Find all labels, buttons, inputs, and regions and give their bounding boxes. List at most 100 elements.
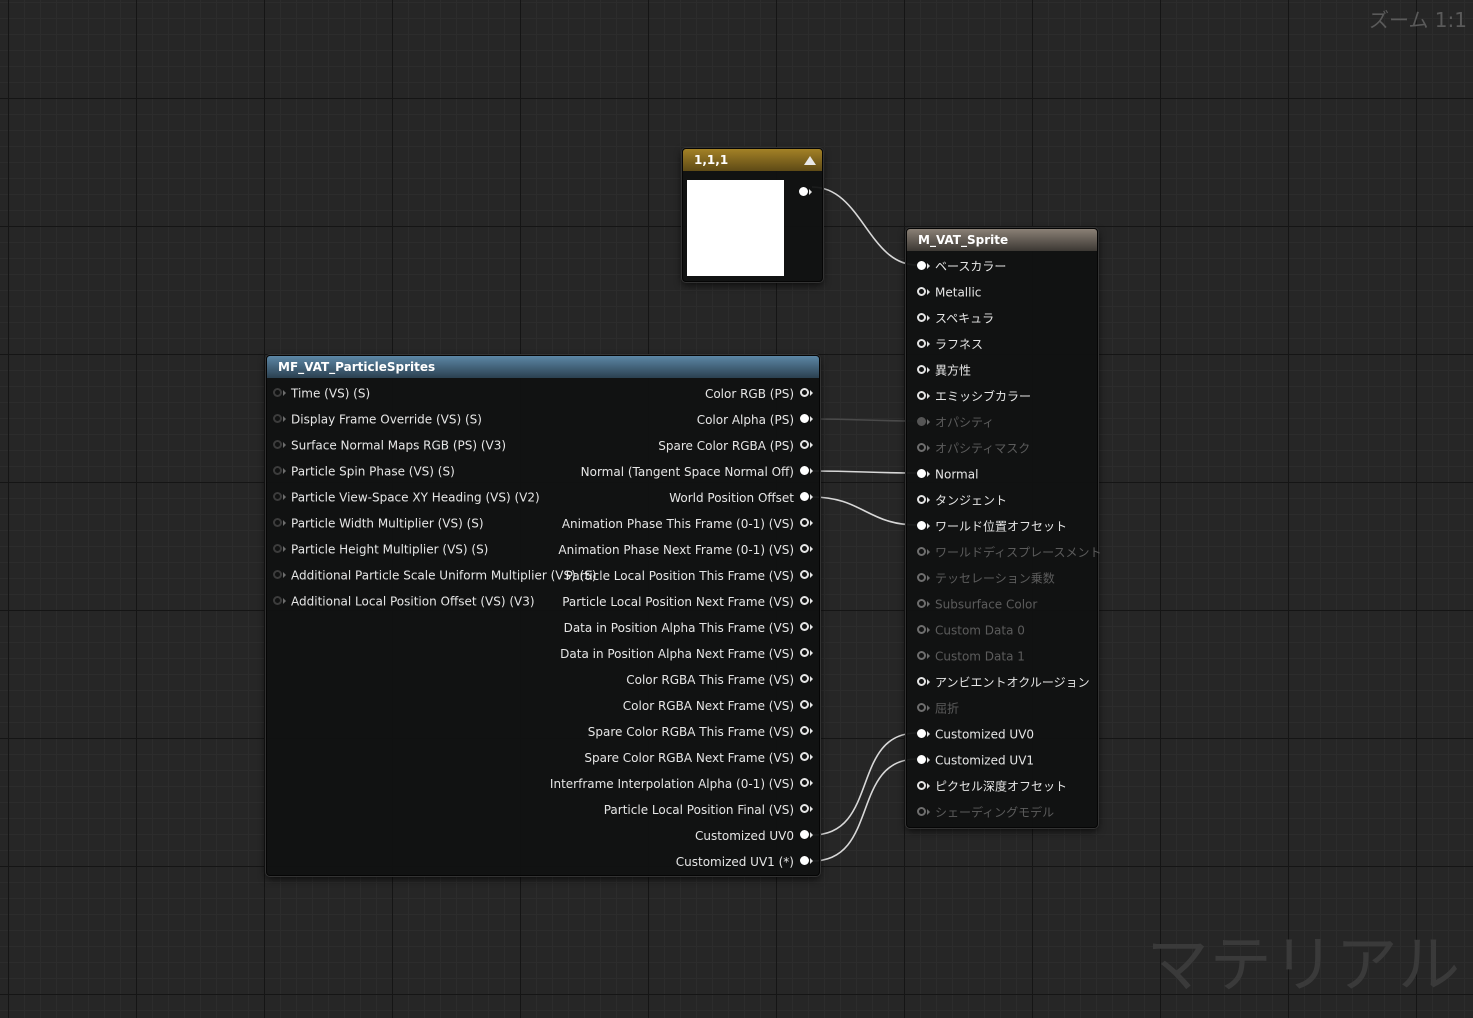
function-output-row[interactable]: Customized UV0 bbox=[695, 824, 813, 846]
input-pin-icon[interactable] bbox=[917, 651, 926, 660]
output-pin-icon[interactable] bbox=[800, 726, 809, 735]
material-input-row[interactable]: 異方性 bbox=[917, 359, 971, 381]
material-input-row[interactable]: Custom Data 0 bbox=[917, 619, 1025, 641]
output-pin-icon[interactable] bbox=[800, 596, 809, 605]
output-pin-icon[interactable] bbox=[800, 544, 809, 553]
material-input-row[interactable]: スペキュラ bbox=[917, 307, 994, 329]
output-pin-icon[interactable] bbox=[800, 492, 809, 501]
input-pin-icon[interactable] bbox=[917, 807, 926, 816]
constant-vector-node[interactable]: 1,1,1 bbox=[682, 148, 823, 282]
output-pin-icon[interactable] bbox=[800, 414, 809, 423]
constant-node-header[interactable]: 1,1,1 bbox=[683, 149, 822, 171]
input-pin-icon[interactable] bbox=[917, 391, 926, 400]
input-pin-icon[interactable] bbox=[917, 417, 926, 426]
material-input-row[interactable]: Metallic bbox=[917, 281, 981, 303]
function-output-row[interactable]: Customized UV1 (*) bbox=[676, 850, 813, 872]
material-input-row[interactable]: ピクセル深度オフセット bbox=[917, 775, 1067, 797]
output-pin-icon[interactable] bbox=[800, 752, 809, 761]
input-pin-icon[interactable] bbox=[273, 414, 282, 423]
function-node-header[interactable]: MF_VAT_ParticleSprites bbox=[267, 356, 819, 378]
material-function-node[interactable]: MF_VAT_ParticleSprites Time (VS) (S) Disp… bbox=[266, 355, 820, 876]
input-pin-icon[interactable] bbox=[917, 521, 926, 530]
output-pin-icon[interactable] bbox=[800, 856, 809, 865]
input-pin-icon[interactable] bbox=[917, 625, 926, 634]
material-input-row[interactable]: オパシティマスク bbox=[917, 437, 1030, 459]
input-pin-icon[interactable] bbox=[917, 365, 926, 374]
material-input-row[interactable]: 屈折 bbox=[917, 697, 959, 719]
function-output-row[interactable]: Animation Phase Next Frame (0-1) (VS) bbox=[558, 538, 813, 560]
function-input-row[interactable]: Time (VS) (S) bbox=[273, 382, 370, 404]
material-input-row[interactable]: エミッシブカラー bbox=[917, 385, 1031, 407]
input-pin-icon[interactable] bbox=[273, 518, 282, 527]
material-input-row[interactable]: Custom Data 1 bbox=[917, 645, 1025, 667]
material-input-row[interactable]: Subsurface Color bbox=[917, 593, 1037, 615]
input-pin-icon[interactable] bbox=[917, 547, 926, 556]
function-output-row[interactable]: Data in Position Alpha Next Frame (VS) bbox=[560, 642, 813, 664]
wire-alpha-to-opacity[interactable] bbox=[811, 418, 918, 422]
input-pin-icon[interactable] bbox=[917, 495, 926, 504]
material-input-row[interactable]: シェーディングモデル bbox=[917, 801, 1054, 823]
triangle-up-icon[interactable] bbox=[804, 156, 816, 165]
function-output-row[interactable]: Spare Color RGBA (PS) bbox=[658, 434, 813, 456]
input-pin-icon[interactable] bbox=[273, 388, 282, 397]
material-input-row[interactable]: オパシティ bbox=[917, 411, 994, 433]
function-output-row[interactable]: Color Alpha (PS) bbox=[697, 408, 813, 430]
input-pin-icon[interactable] bbox=[273, 544, 282, 553]
function-output-row[interactable]: Color RGB (PS) bbox=[705, 382, 813, 404]
output-pin-icon[interactable] bbox=[800, 518, 809, 527]
input-pin-icon[interactable] bbox=[273, 596, 282, 605]
input-pin-icon[interactable] bbox=[917, 781, 926, 790]
wire-uv0-to-uv0[interactable] bbox=[811, 732, 918, 836]
function-output-row[interactable]: Interframe Interpolation Alpha (0-1) (VS… bbox=[550, 772, 813, 794]
output-pin-icon[interactable] bbox=[800, 778, 809, 787]
input-pin-icon[interactable] bbox=[273, 440, 282, 449]
input-pin-icon[interactable] bbox=[917, 755, 926, 764]
function-input-row[interactable]: Particle Spin Phase (VS) (S) bbox=[273, 460, 455, 482]
material-result-node[interactable]: M_VAT_Sprite ベースカラー Metallic スペキュララフネス異方性エ… bbox=[906, 228, 1102, 828]
output-pin-icon[interactable] bbox=[800, 622, 809, 631]
input-pin-icon[interactable] bbox=[917, 261, 926, 270]
constant-output-pin[interactable] bbox=[799, 182, 812, 201]
function-output-row[interactable]: Color RGBA Next Frame (VS) bbox=[623, 694, 813, 716]
wire-uv1-to-uv1[interactable] bbox=[811, 758, 918, 862]
input-pin-icon[interactable] bbox=[273, 570, 282, 579]
input-pin-icon[interactable] bbox=[917, 573, 926, 582]
output-pin-icon[interactable] bbox=[800, 466, 809, 475]
function-input-row[interactable]: Particle Width Multiplier (VS) (S) bbox=[273, 512, 484, 534]
function-input-row[interactable]: Surface Normal Maps RGB (PS) (V3) bbox=[273, 434, 506, 456]
function-input-row[interactable]: Particle Height Multiplier (VS) (S) bbox=[273, 538, 488, 560]
material-input-row[interactable]: Customized UV0 bbox=[917, 723, 1034, 745]
material-input-row[interactable]: Customized UV1 bbox=[917, 749, 1034, 771]
function-output-row[interactable]: Color RGBA This Frame (VS) bbox=[626, 668, 813, 690]
function-output-row[interactable]: Spare Color RGBA Next Frame (VS) bbox=[584, 746, 813, 768]
input-pin-icon[interactable] bbox=[917, 443, 926, 452]
output-pin-icon[interactable] bbox=[800, 570, 809, 579]
output-pin-icon[interactable] bbox=[800, 830, 809, 839]
input-pin-icon[interactable] bbox=[917, 729, 926, 738]
function-output-row[interactable]: Data in Position Alpha This Frame (VS) bbox=[564, 616, 813, 638]
input-pin-icon[interactable] bbox=[917, 339, 926, 348]
input-pin-icon[interactable] bbox=[273, 492, 282, 501]
function-output-row[interactable]: Particle Local Position Final (VS) bbox=[604, 798, 813, 820]
function-output-row[interactable]: Animation Phase This Frame (0-1) (VS) bbox=[562, 512, 813, 534]
material-input-row[interactable]: ラフネス bbox=[917, 333, 983, 355]
input-pin-icon[interactable] bbox=[917, 313, 926, 322]
function-output-row[interactable]: World Position Offset bbox=[669, 486, 813, 508]
function-output-row[interactable]: Normal (Tangent Space Normal Off) bbox=[581, 460, 813, 482]
wire-wpo-to-wpo[interactable] bbox=[811, 496, 918, 526]
input-pin-icon[interactable] bbox=[917, 677, 926, 686]
output-pin-icon[interactable] bbox=[800, 674, 809, 683]
material-input-row[interactable]: テッセレーション乗数 bbox=[917, 567, 1055, 589]
input-pin-icon[interactable] bbox=[273, 466, 282, 475]
output-pin-icon[interactable] bbox=[800, 804, 809, 813]
input-pin-icon[interactable] bbox=[917, 703, 926, 712]
function-output-row[interactable]: Particle Local Position This Frame (VS) bbox=[566, 564, 813, 586]
material-input-row[interactable]: タンジェント bbox=[917, 489, 1007, 511]
function-output-row[interactable]: Spare Color RGBA This Frame (VS) bbox=[588, 720, 813, 742]
wire-constant-to-basecolor[interactable] bbox=[811, 186, 918, 266]
output-pin-icon[interactable] bbox=[800, 388, 809, 397]
function-input-row[interactable]: Additional Local Position Offset (VS) (V… bbox=[273, 590, 535, 612]
material-input-row[interactable]: ベースカラー bbox=[917, 255, 1006, 277]
material-node-header[interactable]: M_VAT_Sprite bbox=[907, 229, 1097, 251]
material-input-row[interactable]: ワールド位置オフセット bbox=[917, 515, 1067, 537]
